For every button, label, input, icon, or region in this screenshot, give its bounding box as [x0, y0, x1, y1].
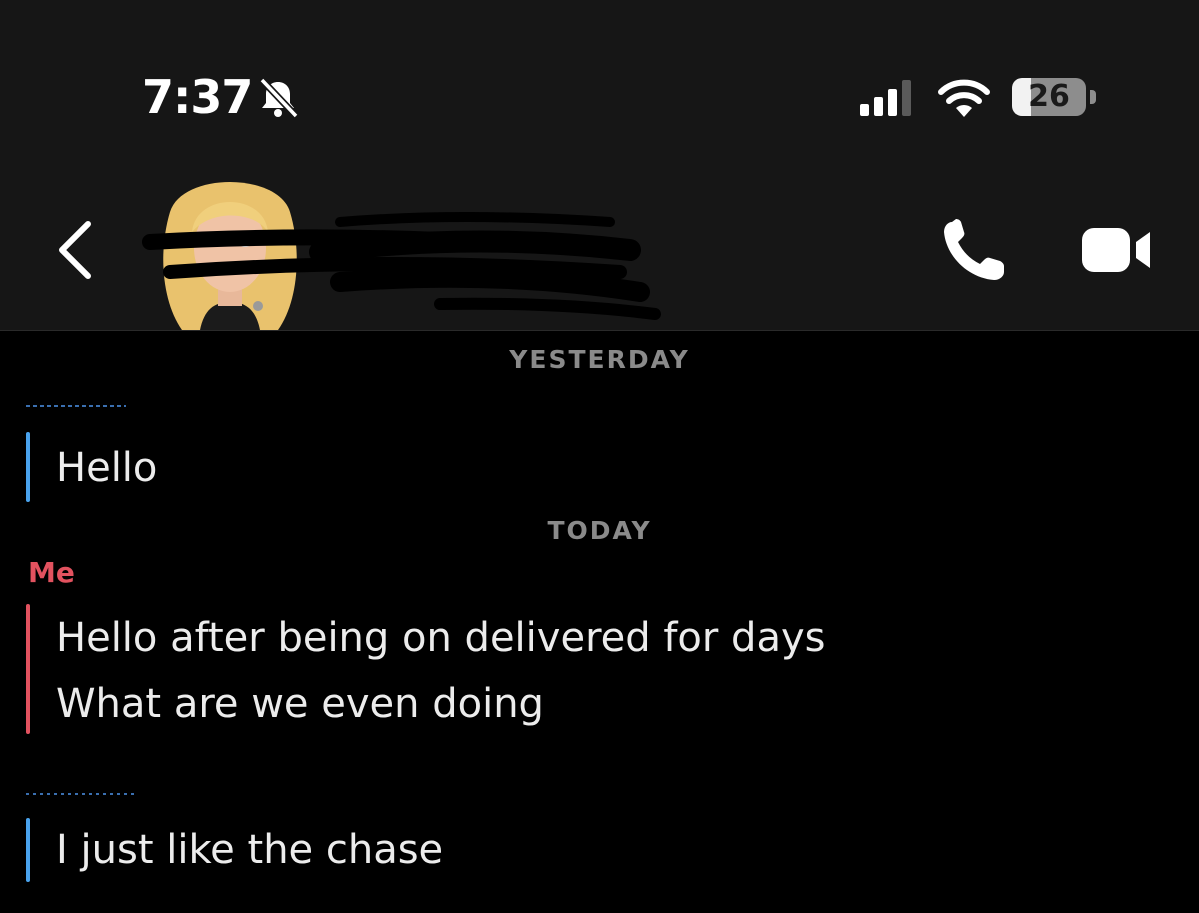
message-text: Hello after being on delivered for days [56, 615, 826, 661]
sender-name-redacted [26, 405, 126, 407]
status-time: 7:37 [142, 70, 253, 124]
message-text: What are we even doing [56, 681, 544, 727]
battery-icon: 26 [1012, 78, 1098, 118]
message-accent-bar-friend [26, 818, 30, 882]
message-accent-bar-friend [26, 432, 30, 502]
chevron-left-icon[interactable] [52, 218, 102, 282]
battery-cap [1090, 90, 1096, 104]
message-accent-bar-me [26, 604, 30, 734]
phone-icon[interactable] [938, 218, 1008, 284]
contact-name-redacted [142, 212, 661, 320]
message-text: Hello [56, 445, 158, 491]
battery-body: 26 [1012, 78, 1086, 116]
message-text: I just like the chase [56, 827, 444, 873]
sender-name-redacted [26, 793, 136, 795]
header-divider [0, 330, 1199, 331]
bell-slash-icon [259, 77, 299, 119]
date-separator-today: TODAY [547, 516, 652, 545]
date-separator-yesterday: YESTERDAY [509, 345, 690, 374]
sender-label-me: Me [28, 556, 75, 589]
cellular-signal-icon [860, 80, 911, 116]
video-camera-icon[interactable] [1076, 222, 1156, 278]
wifi-icon [938, 79, 990, 117]
battery-level: 26 [1028, 79, 1070, 114]
